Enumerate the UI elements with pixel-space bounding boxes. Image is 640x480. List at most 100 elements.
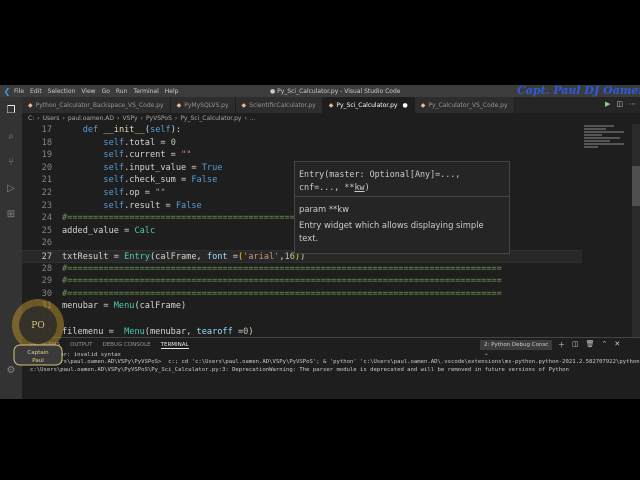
breadcrumb-item[interactable]: C: [28,115,34,122]
breadcrumb-item[interactable]: Users [43,115,60,122]
breadcrumb-item[interactable]: VSPy [122,115,137,122]
code-token: 0 [170,137,176,148]
terminal-select[interactable]: 2: Python Debug Consc ⌄ [480,340,552,357]
menu-item-help[interactable]: Help [165,88,179,95]
menu-item-edit[interactable]: Edit [30,88,42,95]
title-bar: ❮ File Edit Selection View Go Run Terminal Help… [0,85,640,97]
menu-item-selection[interactable]: Selection [48,88,76,95]
code-token: Calc [134,225,156,236]
minimap[interactable] [584,124,628,164]
code-line[interactable]: 17 def __init__(self): [22,124,582,137]
code-text: added_value = Calc [62,225,155,238]
hover-sig-end: ) [364,182,370,192]
editor-tab[interactable]: ◆ Py_Calculator_VS_Code.py [414,97,515,113]
menu-item-go[interactable]: Go [102,88,110,95]
hover-doc: Entry widget which allows displaying sim… [299,220,484,243]
code-line[interactable]: 30 #=====================================… [22,288,582,301]
python-file-icon: ◆ [328,101,334,109]
source-control-icon[interactable]: ⑂ [5,157,17,169]
hover-signature-line2: cnf=..., **kw) [299,181,505,194]
chevron-right-icon: › [117,115,120,122]
code-text: menubar = Menu(calFrame) [62,300,186,313]
code-token: "" [155,188,166,198]
search-icon[interactable]: ⌕ [5,131,17,143]
delete-terminal-icon[interactable]: 🗑 [586,340,595,350]
tab-label: Py_Sci_Calculator.py [336,101,398,109]
code-line[interactable]: 32 [22,313,582,326]
line-number: 23 [41,200,52,211]
extensions-icon[interactable]: ⊞ [5,209,17,221]
unsaved-dot-icon[interactable]: ● [402,102,407,109]
code-line[interactable]: 18 self.total = 0 [22,137,582,150]
code-line[interactable]: 28 #=====================================… [22,263,582,276]
breadcrumb-item[interactable]: Py_Sci_Calculator.py [180,115,241,122]
panel-tab-terminal[interactable]: TERMINAL [160,342,189,349]
python-file-icon: ◆ [420,101,426,109]
code-token: ): [170,125,182,135]
menu-item-run[interactable]: Run [116,88,128,95]
breadcrumb-item[interactable]: PyVSPoS [146,115,172,122]
code-token: Entry [124,252,150,262]
code-text: #=======================================… [62,288,502,301]
code-line[interactable]: 33filemenu = Menu(menubar, tearoff =0) [22,326,582,337]
new-terminal-icon[interactable]: ＋ [558,340,565,350]
code-text: self.current = "" [62,149,191,162]
code-token: .check_sum = [124,175,192,186]
code-line[interactable]: 29 #=====================================… [22,275,582,288]
code-token: filemenu = [62,326,125,337]
editor-tab[interactable]: ◆ Python_Calculator_Backspace_VS_Code.py [22,97,171,113]
menu-item-file[interactable]: File [14,88,24,95]
run-file-icon[interactable]: ▶ [605,100,610,108]
panel-tab-debug-console[interactable]: DEBUG CONSOLE [102,342,150,348]
code-token: = [232,326,244,337]
line-number: 22 [41,188,52,198]
letterbox-top [0,0,640,85]
line-number: 26 [41,238,52,249]
line-number: 19 [41,150,52,161]
code-token: self [103,150,125,161]
line-number: 17 [41,125,52,135]
code-token: = [227,252,238,262]
code-token: #=======================================… [62,276,502,287]
editor-tab[interactable]: ◆ PyMySQLVS.py [170,97,236,113]
panel-tab-output[interactable]: OUTPUT [70,342,92,348]
editor-tab[interactable]: ◆ Py_Sci_Calculator.py ● [322,97,415,113]
maximize-panel-icon[interactable]: ⌃ [602,340,608,350]
editor-tab[interactable]: ◆ ScientificCalculator.py [235,97,323,113]
run-debug-icon[interactable]: ▷ [5,183,17,195]
terminal-actions: ＋ ◫ 🗑 ⌃ ✕ [558,340,620,350]
menu-item-terminal[interactable]: Terminal [133,88,158,95]
editor-scrollbar[interactable] [632,124,640,337]
close-panel-icon[interactable]: ✕ [614,340,620,350]
explorer-icon[interactable]: ❐ [5,105,17,117]
logo-line2: Paul [32,358,44,364]
menu-item-view[interactable]: View [81,88,95,95]
breadcrumb-item[interactable]: paul.oamen.AD [68,115,114,122]
line-number: 29 [41,276,52,287]
code-text: self.op = "" [62,187,166,200]
hover-param: param **kw [299,204,349,214]
code-line[interactable]: 19 self.current = "" [22,149,582,162]
code-token: tearoff [196,326,233,337]
tab-label: PyMySQLVS.py [184,101,229,109]
code-line[interactable]: 31menubar = Menu(calFrame) [22,300,582,313]
split-editor-icon[interactable]: ◫ [616,100,623,108]
code-token: def [82,125,99,135]
terminal-output[interactable]: SyntaxError: invalid syntaxPS C:\Users\p… [22,352,640,399]
code-token: .input_value = [124,162,202,173]
breadcrumb-item[interactable]: ... [250,115,256,122]
code-token: Menu [124,326,145,337]
code-token: self [103,175,125,186]
python-file-icon: ◆ [176,101,182,109]
code-token: .op = [124,188,156,198]
scrollbar-thumb[interactable] [632,166,640,206]
split-terminal-icon[interactable]: ◫ [572,340,579,350]
terminal-line: PS C:\Users\paul.oamen.AD\VSPy\PyVSPoS> … [30,359,640,366]
code-token: False [175,200,202,211]
code-token: False [191,175,218,186]
code-token: .current = [124,150,182,161]
code-token: .total = [124,137,171,148]
code-text: self.check_sum = False [62,174,217,187]
more-actions-icon[interactable]: ⋯ [629,100,636,108]
